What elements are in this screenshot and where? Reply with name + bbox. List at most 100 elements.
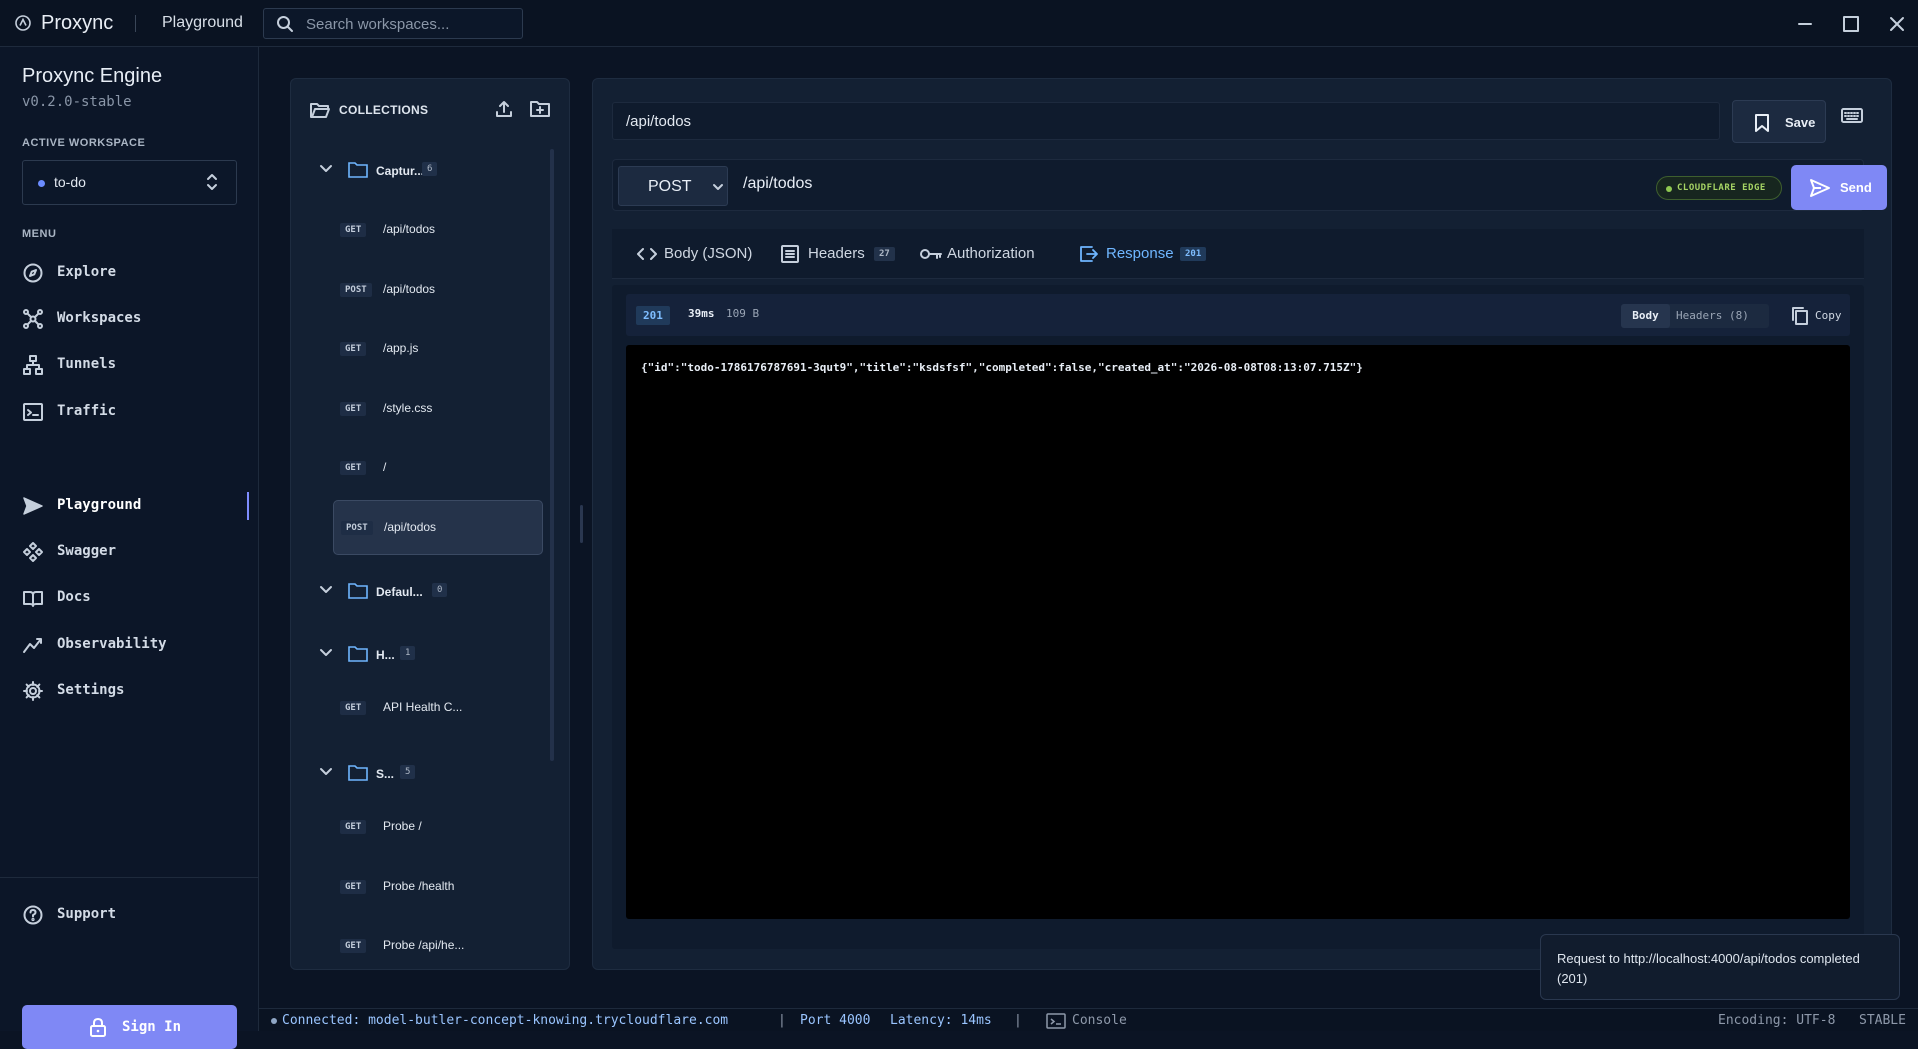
minimize-button[interactable] bbox=[1794, 13, 1816, 35]
lock-icon bbox=[90, 1017, 106, 1037]
support-link[interactable]: Support bbox=[22, 896, 247, 932]
url-input[interactable]: /api/todos bbox=[743, 175, 812, 193]
response-panel: 201 39ms 109 B Body Headers (8) Copy {"i… bbox=[612, 285, 1864, 949]
request-item[interactable]: GET / bbox=[333, 448, 543, 488]
maximize-button[interactable] bbox=[1840, 13, 1862, 35]
view-headers-button[interactable]: Headers (8) bbox=[1676, 304, 1766, 328]
tab-label: Authorization bbox=[947, 245, 1035, 262]
request-item[interactable]: GET /api/todos bbox=[333, 210, 543, 250]
title-bar: Proxync Playground bbox=[0, 0, 1918, 47]
collection-group[interactable]: H... 1 bbox=[291, 636, 551, 676]
request-item[interactable]: POST /api/todos bbox=[333, 270, 543, 310]
edge-label: CLOUDFLARE EDGE bbox=[1677, 183, 1766, 193]
panel-resize-handle[interactable] bbox=[580, 505, 583, 543]
sidebar-item-observability[interactable]: Observability bbox=[22, 626, 247, 662]
workspace-value: to-do bbox=[54, 174, 86, 190]
collection-group[interactable]: S... 5 bbox=[291, 755, 551, 795]
sidebar-item-workspaces[interactable]: Workspaces bbox=[22, 300, 247, 336]
tab-response[interactable]: Response 201 bbox=[1078, 242, 1208, 266]
save-button[interactable]: Save bbox=[1732, 100, 1826, 143]
gear-icon bbox=[23, 681, 43, 701]
port-status: Port 4000 bbox=[800, 1013, 871, 1028]
tab-badge: 201 bbox=[1180, 247, 1207, 261]
connection-dot bbox=[271, 1018, 277, 1024]
breadcrumb[interactable]: Playground bbox=[162, 14, 243, 32]
request-item-selected[interactable]: POST /api/todos bbox=[333, 500, 543, 555]
menu-label: MENU bbox=[22, 228, 57, 240]
tab-authorization[interactable]: Authorization bbox=[919, 242, 1049, 266]
request-path: Probe /health bbox=[383, 879, 455, 893]
notification-toast[interactable]: Request to http://localhost:4000/api/tod… bbox=[1540, 934, 1900, 1000]
copy-button[interactable]: Copy bbox=[1791, 304, 1847, 328]
request-item[interactable]: GET Probe / bbox=[333, 807, 543, 847]
workspace-select[interactable]: to-do bbox=[22, 160, 237, 205]
method-badge: GET bbox=[340, 939, 367, 953]
sidebar-item-label: Swagger bbox=[57, 543, 117, 559]
request-item[interactable]: GET /style.css bbox=[333, 389, 543, 429]
request-name: /api/todos bbox=[626, 113, 692, 130]
export-icon[interactable] bbox=[494, 99, 514, 119]
sidebar-item-label: Traffic bbox=[57, 403, 117, 419]
code-icon bbox=[637, 248, 657, 260]
sidebar-item-label: Tunnels bbox=[57, 356, 117, 372]
sidebar-item-label: Explore bbox=[57, 264, 117, 280]
response-view-toggle: Body Headers (8) bbox=[1621, 304, 1769, 328]
request-path: API Health C... bbox=[383, 700, 463, 714]
sign-in-button[interactable]: Sign In bbox=[22, 1005, 237, 1049]
folder-icon bbox=[348, 583, 368, 599]
updown-chevron-icon bbox=[207, 174, 217, 190]
method-badge: GET bbox=[340, 820, 367, 834]
collection-name: H... bbox=[376, 648, 395, 662]
sidebar-item-settings[interactable]: Settings bbox=[22, 672, 247, 708]
folder-open-icon bbox=[310, 103, 330, 118]
collection-group[interactable]: Defaul... 0 bbox=[291, 573, 551, 613]
request-name-field[interactable]: /api/todos bbox=[612, 102, 1720, 140]
sidebar-item-label: Docs bbox=[57, 589, 91, 605]
method-select[interactable]: POST bbox=[618, 166, 728, 206]
request-item[interactable]: GET Probe /api/he... bbox=[333, 926, 543, 966]
request-item[interactable]: GET /app.js bbox=[333, 329, 543, 369]
trend-icon bbox=[23, 638, 42, 653]
minimize-icon bbox=[1798, 23, 1812, 25]
method-badge: POST bbox=[341, 521, 373, 535]
toast-message: Request to http://localhost:4000/api/tod… bbox=[1557, 951, 1860, 986]
sidebar-item-swagger[interactable]: Swagger bbox=[22, 533, 247, 569]
search-input[interactable] bbox=[306, 13, 516, 35]
sidebar-item-tunnels[interactable]: Tunnels bbox=[22, 346, 247, 382]
engine-version: v0.2.0-stable bbox=[22, 94, 132, 110]
send-button[interactable]: Send bbox=[1791, 165, 1887, 210]
chevron-down-icon bbox=[320, 165, 332, 172]
stable-status: STABLE bbox=[1859, 1013, 1906, 1028]
collection-group[interactable]: Captur... 6 bbox=[291, 152, 551, 192]
collection-name: Defaul... bbox=[376, 585, 423, 599]
sign-in-label: Sign In bbox=[122, 1019, 182, 1035]
tab-headers[interactable]: Headers 27 bbox=[780, 242, 898, 266]
request-path: / bbox=[383, 460, 387, 474]
bookmark-icon bbox=[1755, 114, 1769, 132]
workspace-search[interactable] bbox=[263, 8, 523, 39]
method-badge: GET bbox=[340, 223, 367, 237]
request-item[interactable]: GET API Health C... bbox=[333, 688, 543, 728]
request-item[interactable]: GET Probe /health bbox=[333, 867, 543, 907]
sidebar-item-traffic[interactable]: Traffic bbox=[22, 393, 247, 429]
tab-body-json[interactable]: Body (JSON) bbox=[636, 242, 756, 266]
response-body[interactable]: {"id":"todo-1786176787691-3qut9","title"… bbox=[626, 345, 1850, 919]
tab-badge: 27 bbox=[874, 247, 895, 261]
chevron-down-icon bbox=[713, 184, 723, 190]
list-icon bbox=[781, 245, 799, 263]
terminal-icon bbox=[1046, 1013, 1066, 1029]
keyboard-icon[interactable] bbox=[1841, 107, 1863, 125]
method-badge: GET bbox=[340, 461, 367, 475]
sidebar-item-playground[interactable]: Playground bbox=[22, 487, 247, 523]
new-folder-icon[interactable] bbox=[529, 99, 551, 119]
close-button[interactable] bbox=[1886, 13, 1908, 35]
view-body-button[interactable]: Body bbox=[1621, 304, 1670, 328]
status-badge: 201 bbox=[636, 306, 670, 325]
close-icon bbox=[1890, 17, 1904, 31]
folder-icon bbox=[348, 162, 368, 178]
response-size: 109 B bbox=[726, 307, 760, 320]
sidebar-item-docs[interactable]: Docs bbox=[22, 579, 247, 615]
method-badge: GET bbox=[340, 880, 367, 894]
sidebar-item-explore[interactable]: Explore bbox=[22, 254, 247, 290]
help-icon bbox=[23, 905, 43, 925]
